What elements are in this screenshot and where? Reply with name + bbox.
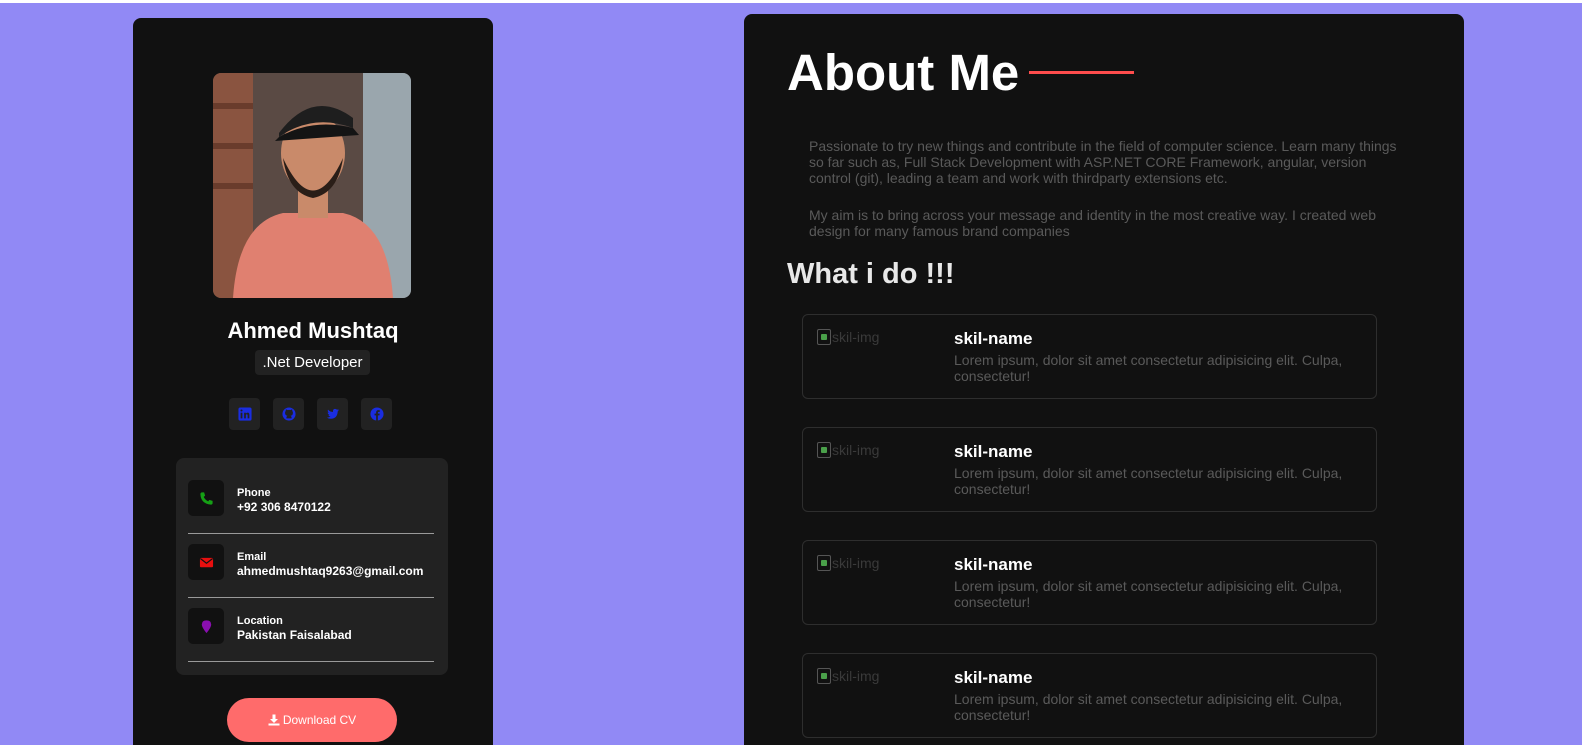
github-link[interactable] bbox=[273, 398, 304, 430]
download-cv-label: Download CV bbox=[282, 713, 357, 727]
skill-description: Lorem ipsum, dolor sit amet consectetur … bbox=[954, 578, 1343, 610]
linkedin-icon bbox=[237, 407, 252, 421]
contact-list: Phone +92 306 8470122 Email ahmedmushtaq… bbox=[176, 458, 448, 675]
contact-phone: Phone +92 306 8470122 bbox=[188, 470, 434, 534]
contact-label: Phone bbox=[237, 487, 271, 499]
role-badge: .Net Developer bbox=[255, 350, 370, 375]
social-links bbox=[229, 398, 392, 430]
twitter-icon bbox=[326, 408, 339, 419]
title-underline bbox=[1029, 71, 1134, 74]
contact-label: Email bbox=[237, 551, 267, 563]
skill-image: skil-img bbox=[817, 668, 879, 684]
broken-image-icon bbox=[817, 442, 831, 458]
contact-icon-box bbox=[188, 480, 224, 516]
skill-description: Lorem ipsum, dolor sit amet consectetur … bbox=[954, 465, 1343, 497]
skill-name: skil-name bbox=[954, 555, 1033, 574]
contact-value[interactable]: ahmedmushtaq9263@gmail.com bbox=[237, 564, 423, 578]
download-icon bbox=[268, 714, 280, 726]
download-cv-button[interactable]: Download CV bbox=[227, 698, 397, 742]
profile-card: Ahmed Mushtaq .Net Developer Phone +92 3… bbox=[133, 18, 493, 745]
about-card: About Me Passionate to try new things an… bbox=[744, 14, 1464, 745]
facebook-link[interactable] bbox=[361, 398, 392, 430]
skill-card: skil-img skil-name Lorem ipsum, dolor si… bbox=[802, 540, 1377, 625]
contact-location: Location Pakistan Faisalabad bbox=[188, 598, 434, 662]
contact-value[interactable]: +92 306 8470122 bbox=[237, 500, 331, 514]
skill-description: Lorem ipsum, dolor sit amet consectetur … bbox=[954, 352, 1343, 384]
skill-description: Lorem ipsum, dolor sit amet consectetur … bbox=[954, 691, 1343, 723]
about-paragraph: My aim is to bring across your message a… bbox=[809, 207, 1376, 239]
contact-email: Email ahmedmushtaq9263@gmail.com bbox=[188, 534, 434, 598]
about-paragraph: Passionate to try new things and contrib… bbox=[809, 138, 1397, 186]
contact-icon-box bbox=[188, 544, 224, 580]
phone-icon bbox=[199, 491, 213, 505]
contact-label: Location bbox=[237, 615, 283, 627]
skill-card: skil-img skil-name Lorem ipsum, dolor si… bbox=[802, 653, 1377, 738]
envelope-icon bbox=[199, 557, 213, 567]
top-border bbox=[0, 0, 1582, 3]
skill-image-alt: skil-img bbox=[832, 555, 880, 571]
skill-image: skil-img bbox=[817, 442, 879, 458]
about-title: About Me bbox=[787, 44, 1020, 101]
profile-name: Ahmed Mushtaq bbox=[227, 318, 399, 343]
broken-image-icon bbox=[817, 329, 831, 345]
facebook-icon bbox=[369, 407, 384, 421]
skill-name: skil-name bbox=[954, 668, 1033, 687]
skill-image-alt: skil-img bbox=[832, 668, 880, 684]
skill-name: skil-name bbox=[954, 442, 1033, 461]
skill-image-alt: skil-img bbox=[832, 329, 880, 345]
skill-image: skil-img bbox=[817, 329, 879, 345]
skill-name: skil-name bbox=[954, 329, 1033, 348]
avatar bbox=[213, 73, 411, 298]
linkedin-link[interactable] bbox=[229, 398, 260, 430]
twitter-link[interactable] bbox=[317, 398, 348, 430]
github-icon bbox=[281, 407, 296, 421]
broken-image-icon bbox=[817, 555, 831, 571]
map-pin-icon bbox=[201, 619, 211, 633]
contact-icon-box bbox=[188, 608, 224, 644]
broken-image-icon bbox=[817, 668, 831, 684]
skill-card: skil-img skil-name Lorem ipsum, dolor si… bbox=[802, 314, 1377, 399]
skill-image-alt: skil-img bbox=[832, 442, 880, 458]
contact-value[interactable]: Pakistan Faisalabad bbox=[237, 628, 352, 642]
what-i-do-heading: What i do !!! bbox=[787, 258, 955, 290]
skill-image: skil-img bbox=[817, 555, 879, 571]
skill-card: skil-img skil-name Lorem ipsum, dolor si… bbox=[802, 427, 1377, 512]
